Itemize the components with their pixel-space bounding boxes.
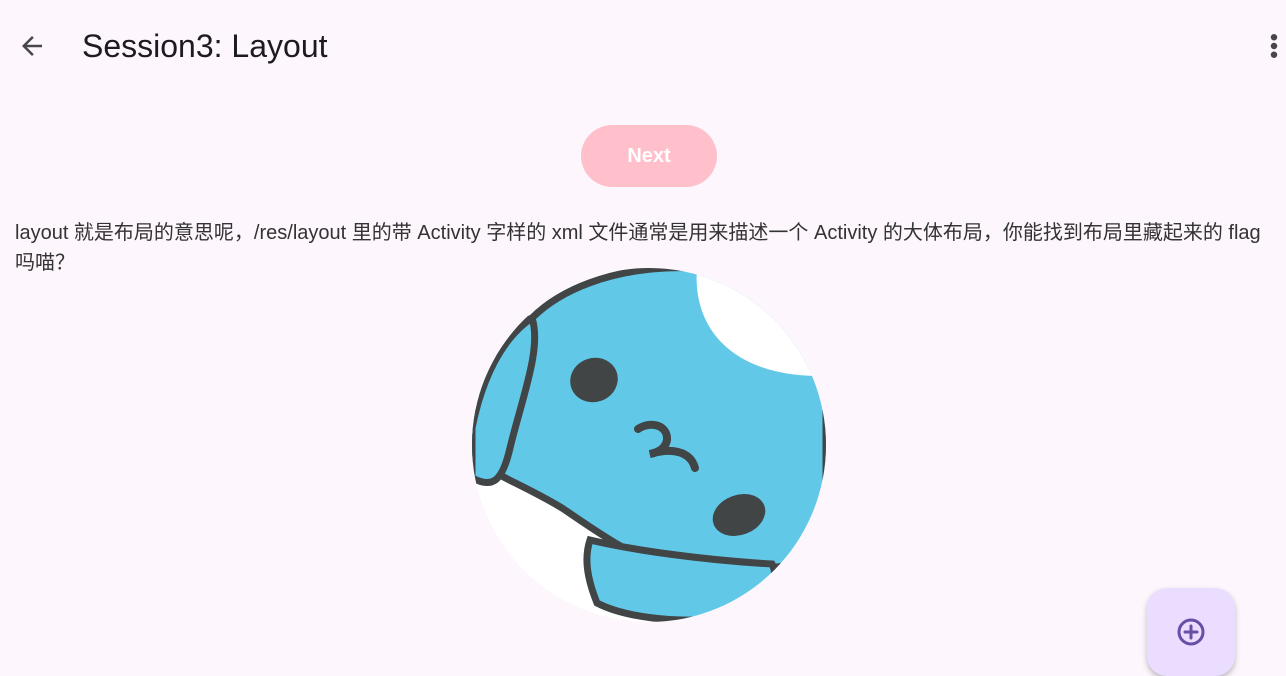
add-circle-icon bbox=[1177, 618, 1205, 646]
page-title: Session3: Layout bbox=[82, 28, 328, 64]
more-vert-icon bbox=[1270, 34, 1278, 58]
arrow-back-icon bbox=[22, 36, 42, 56]
top-app-bar: Session3: Layout bbox=[0, 0, 1286, 92]
back-button[interactable] bbox=[8, 22, 56, 70]
add-fab[interactable] bbox=[1147, 588, 1235, 676]
next-button[interactable]: Next bbox=[581, 125, 717, 187]
overflow-menu-button[interactable] bbox=[1250, 22, 1286, 70]
blue-cat-mascot-image bbox=[472, 268, 826, 622]
